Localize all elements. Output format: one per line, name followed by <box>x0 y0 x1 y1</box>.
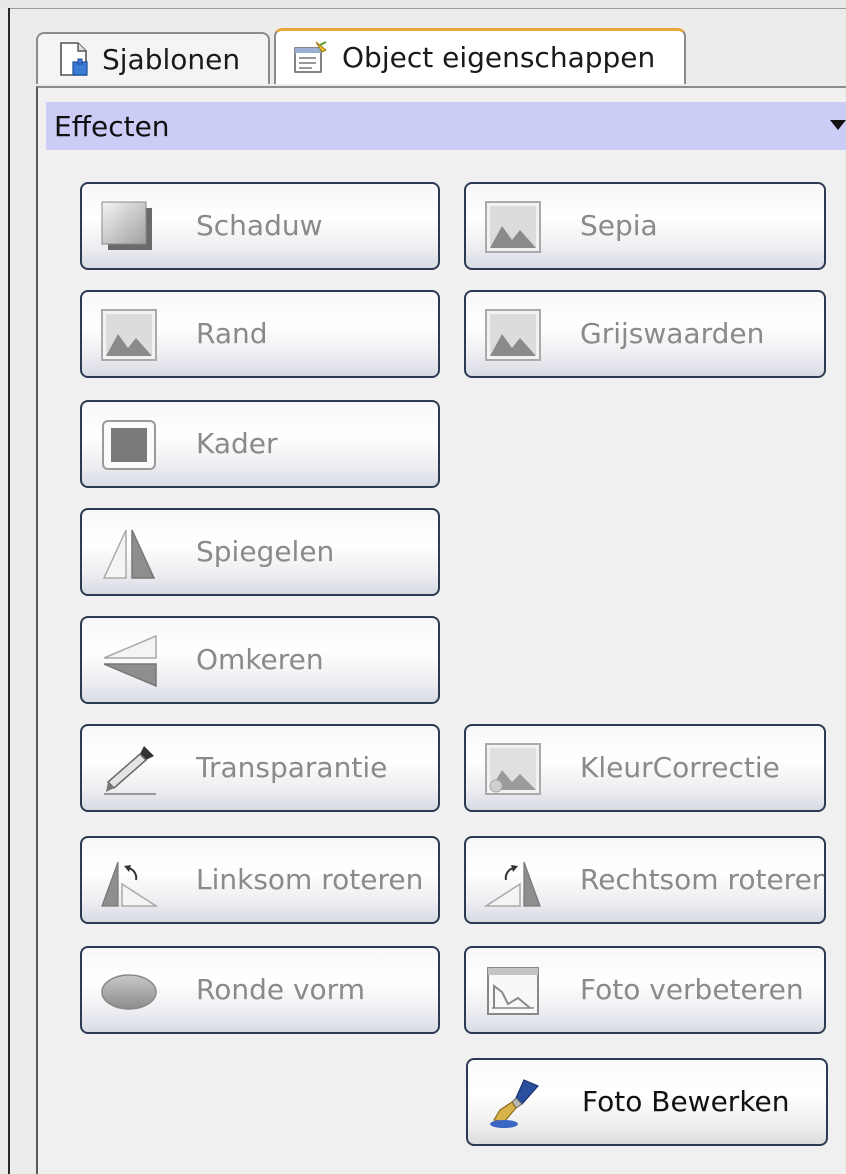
omkeren-label: Omkeren <box>196 643 324 676</box>
paintbrush-icon <box>490 1079 540 1128</box>
window-border-top <box>8 8 846 9</box>
rechtsom-roteren-label: Rechtsom roteren <box>580 863 826 896</box>
schaduw-button[interactable]: Schaduw <box>80 182 440 270</box>
tab-sjablonen[interactable]: Sjablonen <box>36 32 270 84</box>
color-correction-icon <box>485 743 541 795</box>
ronde-vorm-button[interactable]: Ronde vorm <box>80 946 440 1034</box>
grayscale-image-icon <box>485 309 541 361</box>
border-image-icon <box>101 309 157 361</box>
ronde-vorm-label: Ronde vorm <box>196 973 365 1006</box>
sepia-button[interactable]: Sepia <box>464 182 826 270</box>
collapse-arrow-icon[interactable] <box>830 120 846 130</box>
schaduw-label: Schaduw <box>196 209 323 242</box>
section-header-effecten[interactable]: Effecten <box>46 102 846 150</box>
kleurcorrectie-button[interactable]: KleurCorrectie <box>464 724 826 812</box>
sepia-label: Sepia <box>580 209 658 242</box>
frame-icon <box>102 420 156 470</box>
kleurcorrectie-label: KleurCorrectie <box>580 751 780 784</box>
window-top-strip <box>0 0 846 8</box>
shadow-icon <box>101 201 152 250</box>
template-page-icon <box>60 42 88 76</box>
flip-vertical-icon <box>103 634 157 688</box>
spiegelen-label: Spiegelen <box>196 535 335 568</box>
transparantie-button[interactable]: Transparantie <box>80 724 440 812</box>
rand-label: Rand <box>196 317 268 350</box>
grijswaarden-label: Grijswaarden <box>580 317 765 350</box>
omkeren-button[interactable]: Omkeren <box>80 616 440 704</box>
foto-bewerken-button[interactable]: Foto Bewerken <box>466 1058 828 1146</box>
foto-verbeteren-label: Foto verbeteren <box>580 973 804 1006</box>
spiegelen-button[interactable]: Spiegelen <box>80 508 440 596</box>
enhance-photo-icon <box>487 967 539 1015</box>
rotate-right-icon <box>484 861 541 907</box>
rotate-left-icon <box>101 861 158 907</box>
kader-label: Kader <box>196 427 278 460</box>
window-border-left <box>8 8 10 1174</box>
transparantie-label: Transparantie <box>196 751 388 784</box>
tab-object-eigenschappen[interactable]: Object eigenschappen <box>274 28 686 84</box>
mirror-icon <box>102 529 156 579</box>
linksom-roteren-label: Linksom roteren <box>196 863 424 896</box>
foto-bewerken-label: Foto Bewerken <box>582 1085 790 1118</box>
landscape-image-icon <box>485 201 541 253</box>
tab-object-eigenschappen-label: Object eigenschappen <box>342 41 656 74</box>
rand-button[interactable]: Rand <box>80 290 440 378</box>
object-properties-icon <box>294 40 327 73</box>
section-title: Effecten <box>54 109 170 143</box>
grijswaarden-button[interactable]: Grijswaarden <box>464 290 826 378</box>
kader-button[interactable]: Kader <box>80 400 440 488</box>
tab-sjablonen-label: Sjablonen <box>102 42 241 76</box>
foto-verbeteren-button[interactable]: Foto verbeteren <box>464 946 826 1034</box>
eyedropper-icon <box>104 746 156 795</box>
linksom-roteren-button[interactable]: Linksom roteren <box>80 836 440 924</box>
oval-shape-icon <box>101 974 157 1010</box>
rechtsom-roteren-button[interactable]: Rechtsom roteren <box>464 836 826 924</box>
